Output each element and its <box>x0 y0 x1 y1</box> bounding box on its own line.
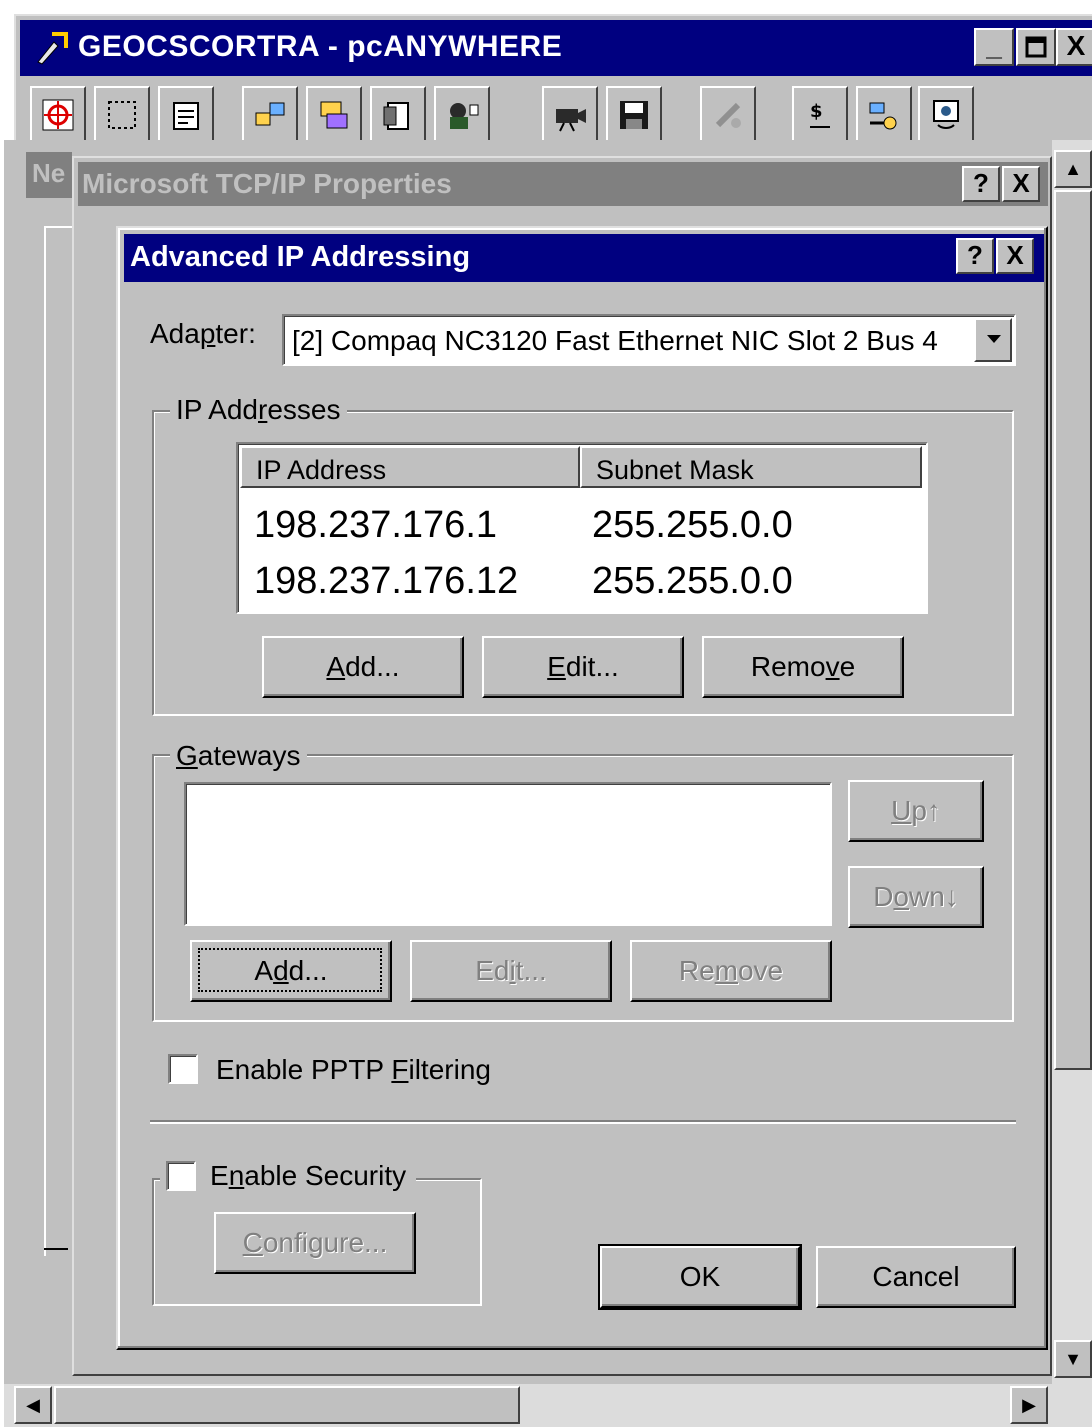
dialog-help-button[interactable]: ? <box>956 238 994 274</box>
gateway-edit-button[interactable]: Ed i t... <box>410 940 612 1002</box>
tcpip-title-bar[interactable]: Microsoft TCP/IP Properties ? X <box>78 162 1048 206</box>
adapter-label: Adapter: <box>150 318 256 349</box>
scroll-right-button[interactable]: ▶ <box>1010 1386 1048 1424</box>
properties-icon[interactable] <box>158 86 214 144</box>
app-title-bar[interactable]: GEOCSCORTRA - pcANYWHERE _ X <box>20 20 1092 76</box>
scroll-down-button[interactable]: ▼ <box>1054 1340 1092 1378</box>
clipboard-icon[interactable] <box>370 86 426 144</box>
ip-address-list[interactable]: IP Address Subnet Mask 198.237.176.1 255… <box>236 442 928 614</box>
scroll-left-button[interactable]: ◀ <box>14 1386 52 1424</box>
background-frame <box>44 226 74 1256</box>
separator <box>150 1120 1016 1124</box>
dialog-close-button[interactable]: X <box>996 238 1034 274</box>
security-key-icon[interactable] <box>856 86 912 144</box>
ok-button[interactable]: OK <box>598 1244 802 1310</box>
pcanywhere-app-icon <box>37 32 68 65</box>
disconnect-icon[interactable] <box>700 86 756 144</box>
remote-control-icon[interactable] <box>30 86 86 144</box>
enable-security-checkbox[interactable] <box>166 1160 196 1191</box>
subnet-mask-cell: 255.255.0.0 <box>592 560 793 602</box>
gateway-remove-button[interactable]: Re m ove <box>630 940 832 1002</box>
adapter-value: [2] Compaq NC3120 Fast Ethernet NIC Slot… <box>292 325 938 356</box>
minimize-button[interactable]: _ <box>974 28 1014 66</box>
column-header-ip[interactable]: IP Address <box>240 446 580 488</box>
save-icon[interactable] <box>606 86 662 144</box>
help-icon[interactable] <box>918 86 974 144</box>
record-icon[interactable] <box>542 86 598 144</box>
tcpip-close-button[interactable]: X <box>1002 166 1040 202</box>
cancel-button[interactable]: Cancel <box>816 1246 1016 1308</box>
close-button[interactable]: X <box>1056 28 1092 66</box>
chevron-down-icon[interactable] <box>974 318 1012 362</box>
enable-security-label[interactable]: Enable Security <box>210 1160 406 1191</box>
transfer-icon[interactable] <box>242 86 298 144</box>
tcpip-title: Microsoft TCP/IP Properties <box>82 168 452 199</box>
pptp-filtering-label[interactable]: Enable PPTP Filtering <box>216 1054 491 1086</box>
adapter-select[interactable]: [2] Compaq NC3120 Fast Ethernet NIC Slot… <box>282 314 1016 366</box>
chat-icon[interactable] <box>434 86 490 144</box>
svg-text:$: $ <box>810 101 823 122</box>
pptp-filtering-checkbox[interactable] <box>168 1054 198 1084</box>
sync-icon[interactable] <box>306 86 362 144</box>
gateway-down-button[interactable]: Do wn↓ <box>848 866 984 928</box>
horizontal-scroll-thumb[interactable] <box>54 1386 520 1424</box>
gateways-group-label: Gateways <box>170 740 307 772</box>
frame-divider <box>44 1248 68 1250</box>
gateways-list[interactable] <box>184 782 832 926</box>
background-window-tab[interactable]: Ne <box>26 152 72 198</box>
maximize-button[interactable] <box>1016 28 1056 66</box>
ip-address-cell: 198.237.176.12 <box>254 560 519 602</box>
focus-rectangle <box>198 948 382 992</box>
scroll-up-button[interactable]: ▲ <box>1054 150 1092 188</box>
gateway-up-button[interactable]: Up↑ <box>848 780 984 842</box>
gateway-add-button[interactable]: Ad d... <box>190 940 392 1002</box>
subnet-mask-cell: 255.255.0.0 <box>592 504 793 546</box>
security-group-label: Enable Security <box>160 1160 417 1193</box>
scroll-thumb[interactable] <box>1054 190 1092 1070</box>
tcpip-help-button[interactable]: ? <box>962 166 1000 202</box>
ip-edit-button[interactable]: Edit... <box>482 636 684 698</box>
maximize-icon <box>1025 36 1047 58</box>
filename-icon[interactable]: $ <box>792 86 848 144</box>
select-icon[interactable] <box>94 86 150 144</box>
app-title: GEOCSCORTRA - pcANYWHERE <box>78 30 563 63</box>
ip-add-button[interactable]: Add... <box>262 636 464 698</box>
horizontal-scrollbar[interactable]: ◀ ▶ <box>4 1384 1092 1427</box>
column-header-mask[interactable]: Subnet Mask <box>580 446 922 488</box>
vertical-scrollbar[interactable]: ▲ ▼ <box>1052 140 1092 1384</box>
configure-button[interactable]: Configure... <box>214 1212 416 1274</box>
ip-addresses-group-label: IP Addresses <box>170 394 347 426</box>
dialog-title-bar[interactable]: Advanced IP Addressing ? X <box>124 234 1044 282</box>
dialog-title: Advanced IP Addressing <box>130 241 471 273</box>
ip-remove-button[interactable]: Remo v e <box>702 636 904 698</box>
ip-address-cell: 198.237.176.1 <box>254 504 498 546</box>
